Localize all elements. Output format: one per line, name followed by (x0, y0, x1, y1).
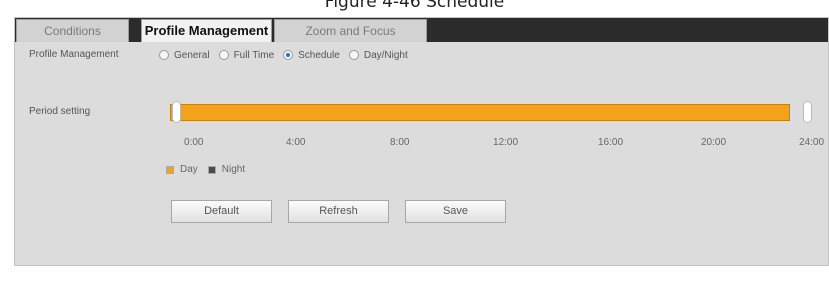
time-tick-label: 0:00 (184, 137, 204, 148)
default-button[interactable]: Default (171, 200, 272, 223)
period-setting-label: Period setting (29, 106, 91, 117)
radio-day-night-label: Day/Night (363, 49, 408, 61)
time-tick-label: 4:00 (286, 137, 306, 148)
refresh-button[interactable]: Refresh (288, 200, 389, 223)
figure-caption: Figure 4-46 Schedule (324, 0, 505, 12)
radio-schedule-button[interactable] (283, 50, 294, 60)
radio-schedule[interactable]: Schedule (283, 50, 340, 61)
radio-day-night-button[interactable] (348, 50, 359, 60)
save-button[interactable]: Save (405, 200, 506, 223)
radio-full-time[interactable]: Full Time (218, 49, 275, 61)
legend: Day Night (166, 164, 245, 175)
time-tick-label: 20:00 (701, 137, 727, 148)
radio-full-time-button[interactable] (218, 50, 229, 60)
radio-full-time-label: Full Time (233, 49, 275, 61)
radio-general-label: General (174, 49, 210, 61)
period-timeline-bar[interactable] (170, 104, 790, 121)
radio-day-night[interactable]: Day/Night (348, 49, 408, 61)
day-swatch (166, 165, 174, 174)
time-tick-label: 12:00 (493, 137, 519, 148)
time-tick-label: 16:00 (598, 137, 624, 148)
profile-radio-group: General Full Time Schedule Day/Night (159, 48, 417, 62)
tab-zoom-and-focus[interactable]: Zoom and Focus (274, 19, 427, 42)
tab-bar: Conditions Profile Management Zoom and F… (15, 18, 828, 42)
period-end-handle[interactable] (803, 101, 812, 123)
radio-schedule-label: Schedule (298, 49, 340, 61)
legend-day-label: Day (180, 164, 198, 175)
radio-general[interactable]: General (159, 50, 210, 61)
time-tick-label: 8:00 (390, 137, 410, 148)
legend-night-label: Night (221, 164, 246, 175)
night-swatch (207, 165, 216, 174)
profile-management-label: Profile Management (29, 49, 119, 60)
tab-conditions[interactable]: Conditions (16, 19, 129, 42)
tab-profile-management[interactable]: Profile Management (141, 19, 272, 42)
time-tick-label: 24:00 (799, 137, 825, 148)
radio-general-button[interactable] (159, 50, 169, 60)
period-start-handle[interactable] (172, 101, 181, 123)
